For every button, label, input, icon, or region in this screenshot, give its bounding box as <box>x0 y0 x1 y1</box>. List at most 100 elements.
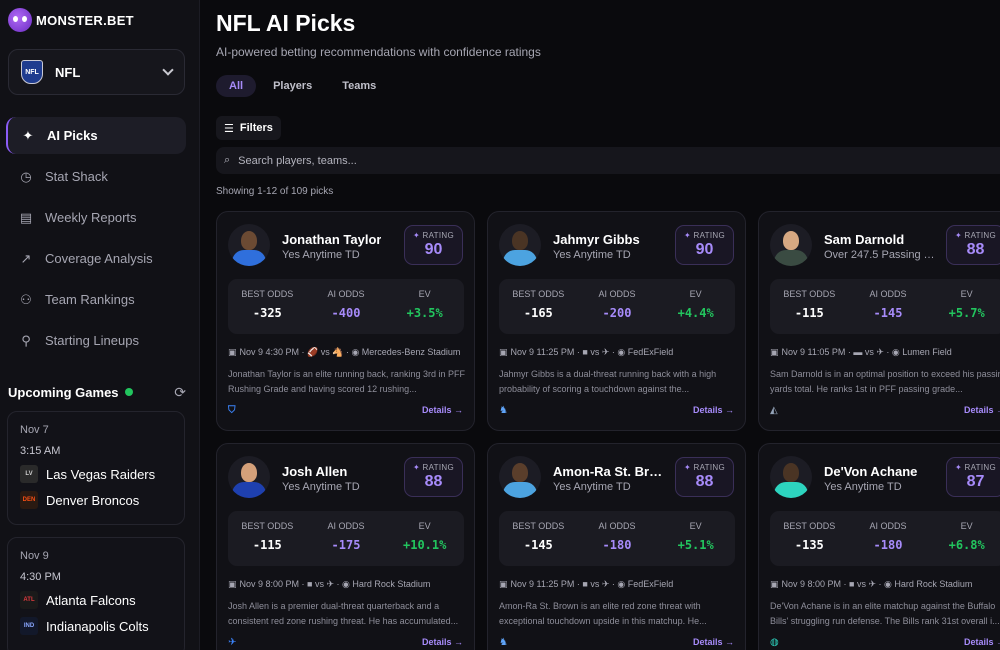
details-link[interactable]: Details → <box>693 637 734 647</box>
player-avatar <box>228 224 270 266</box>
tab-players[interactable]: Players <box>260 75 325 97</box>
player-avatar <box>228 456 270 498</box>
document-icon: ▤ <box>19 209 33 225</box>
best-odds-label: BEST ODDS <box>783 289 836 299</box>
details-link[interactable]: Details → <box>964 405 1000 415</box>
team-logo-icon: ♞ <box>499 405 508 416</box>
sidebar-item-team-rankings[interactable]: ⚇ Team Rankings <box>6 281 186 318</box>
live-status-dot <box>124 388 133 396</box>
monster-logo-icon <box>8 8 32 32</box>
team-name: Indianapolis Colts <box>46 618 149 634</box>
best-odds-value: -145 <box>523 538 553 552</box>
ai-odds-value: -180 <box>602 538 632 552</box>
sidebar-item-starting-lineups[interactable]: ⚲ Starting Lineups <box>6 322 186 359</box>
details-link[interactable]: Details → <box>964 637 1000 647</box>
ai-odds-label: AI ODDS <box>327 521 365 531</box>
sidebar-item-coverage-analysis[interactable]: ↗ Coverage Analysis <box>6 240 186 277</box>
rating-badge: ✦ RATING 88 <box>946 225 1000 265</box>
upcoming-game-card[interactable]: Nov 7 3:15 AM LV Las Vegas Raiders DEN D… <box>7 411 185 525</box>
odds-panel: BEST ODDS -145 AI ODDS -180 EV +5.1% <box>499 511 735 566</box>
sliders-icon: ☰ <box>224 122 234 135</box>
filters-button[interactable]: ☰ Filters <box>216 116 281 140</box>
ai-odds-label: AI ODDS <box>869 289 907 299</box>
pick-card[interactable]: De'Von Achane Yes Anytime TD ✦ RATING 87… <box>758 443 1000 650</box>
game-date: Nov 9 <box>20 550 49 562</box>
player-name: Jonathan Taylor <box>282 232 382 247</box>
calendar-icon: ▣ <box>770 579 779 589</box>
calendar-icon: ▣ <box>499 579 508 589</box>
ev-value: +4.4% <box>677 306 714 320</box>
page-title: NFL AI Picks <box>216 10 356 36</box>
player-avatar <box>499 456 541 498</box>
team-row: ATL Atlanta Falcons <box>20 591 172 609</box>
best-odds-value: -115 <box>794 306 824 320</box>
game-meta-text: Nov 9 11:05 PM · ▬ vs ✈ · ◉ Lumen Field <box>781 347 952 357</box>
ai-odds-value: -200 <box>602 306 632 320</box>
ai-odds-label: AI ODDS <box>869 521 907 531</box>
upcoming-game-card[interactable]: Nov 9 4:30 PM ATL Atlanta Falcons IND In… <box>7 537 185 650</box>
player-name: Jahmyr Gibbs <box>553 232 640 247</box>
ai-odds-value: -400 <box>331 306 361 320</box>
rating-label: RATING <box>693 463 725 472</box>
pick-analysis: Jonathan Taylor is an elite running back… <box>228 369 465 394</box>
ev-label: EV <box>418 521 431 531</box>
prop-description: Yes Anytime TD <box>553 481 631 493</box>
ai-odds-value: -175 <box>331 538 361 552</box>
sparkle-icon: ✦ <box>955 463 965 472</box>
player-name: De'Von Achane <box>824 464 918 479</box>
team-logo-icon: ♞ <box>499 637 508 648</box>
game-meta-text: Nov 9 8:00 PM · ■ vs ✈ · ◉ Hard Rock Sta… <box>781 579 973 589</box>
team-name: Atlanta Falcons <box>46 592 136 608</box>
ai-odds-value: -180 <box>873 538 903 552</box>
sidebar-item-stat-shack[interactable]: ◷ Stat Shack <box>6 158 186 195</box>
player-name: Amon-Ra St. Brown <box>553 464 665 479</box>
trend-icon: ↗ <box>20 250 32 266</box>
brand-name: MONSTER.BET <box>36 12 134 28</box>
details-link[interactable]: Details → <box>693 405 734 415</box>
tab-all[interactable]: All <box>216 75 257 97</box>
odds-panel: BEST ODDS -325 AI ODDS -400 EV +3.5% <box>228 279 464 334</box>
details-link[interactable]: Details → <box>422 405 463 415</box>
odds-panel: BEST ODDS -135 AI ODDS -180 EV +6.8% <box>770 511 1000 566</box>
sidebar-item-weekly-reports[interactable]: ▤ Weekly Reports <box>6 199 186 236</box>
player-avatar <box>770 224 812 266</box>
pick-card[interactable]: Jahmyr Gibbs Yes Anytime TD ✦ RATING 90 … <box>487 211 746 431</box>
team-logo-icon: ◭ <box>770 405 778 416</box>
rating-label: RATING <box>964 463 996 472</box>
rating-value: 88 <box>424 473 443 490</box>
sidebar-item-label: Weekly Reports <box>45 210 137 225</box>
ev-value: +5.1% <box>677 538 714 552</box>
ev-value: +6.8% <box>948 538 985 552</box>
prop-description: Yes Anytime TD <box>553 249 631 261</box>
ai-odds-label: AI ODDS <box>327 289 365 299</box>
rating-value: 87 <box>966 473 985 490</box>
league-selector[interactable]: NFL NFL <box>8 49 185 95</box>
pick-card[interactable]: Sam Darnold Over 247.5 Passing Yards ✦ R… <box>758 211 1000 431</box>
ai-odds-value: -145 <box>873 306 903 320</box>
rating-badge: ✦ RATING 90 <box>675 225 734 265</box>
pick-card[interactable]: Amon-Ra St. Brown Yes Anytime TD ✦ RATIN… <box>487 443 746 650</box>
search-bar: ⌕ <box>216 147 1000 174</box>
prop-description: Yes Anytime TD <box>824 481 902 493</box>
tab-teams[interactable]: Teams <box>329 75 389 97</box>
search-input[interactable] <box>238 154 739 167</box>
team-logo-icon: ⛉ <box>228 405 236 416</box>
results-count: Showing 1-12 of 109 picks <box>216 186 334 197</box>
game-meta-text: Nov 9 11:25 PM · ■ vs ✈ · ◉ FedExField <box>510 579 674 589</box>
details-link[interactable]: Details → <box>422 637 463 647</box>
team-name: Denver Broncos <box>46 492 140 508</box>
refresh-icon[interactable]: ⟳ <box>174 384 186 401</box>
sparkle-icon: ✦ <box>955 231 965 240</box>
rating-label: RATING <box>964 231 996 240</box>
ev-value: +5.7% <box>948 306 985 320</box>
rating-badge: ✦ RATING 88 <box>675 457 734 497</box>
pick-card[interactable]: Jonathan Taylor Yes Anytime TD ✦ RATING … <box>216 211 475 431</box>
sparkle-icon: ✦ <box>413 463 423 472</box>
brand-logo[interactable]: MONSTER.BET <box>8 6 134 34</box>
ai-odds-label: AI ODDS <box>598 521 636 531</box>
sidebar-item-ai-picks[interactable]: ✦ AI Picks <box>6 117 186 154</box>
pick-card[interactable]: Josh Allen Yes Anytime TD ✦ RATING 88 BE… <box>216 443 475 650</box>
best-odds-label: BEST ODDS <box>512 521 565 531</box>
sparkle-icon: ✦ <box>684 463 694 472</box>
rating-value: 90 <box>695 241 714 258</box>
